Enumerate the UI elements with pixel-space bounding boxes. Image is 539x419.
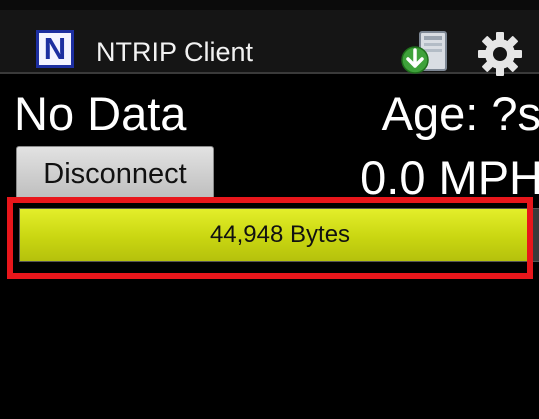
app-title: NTRIP Client [96, 37, 254, 67]
gear-icon[interactable] [476, 30, 524, 78]
action-bar: N NTRIP Client [0, 10, 539, 76]
download-icon[interactable] [400, 28, 452, 76]
highlight-annotation-box [7, 197, 533, 279]
app-screen: N NTRIP Client No Data Age: ?s Disconnec… [0, 0, 539, 419]
disconnect-button[interactable]: Disconnect [16, 146, 214, 202]
status-text: No Data [14, 87, 187, 140]
status-bar [0, 0, 539, 10]
app-logo: N [36, 30, 74, 68]
age-readout: Age: ?s [381, 87, 539, 140]
